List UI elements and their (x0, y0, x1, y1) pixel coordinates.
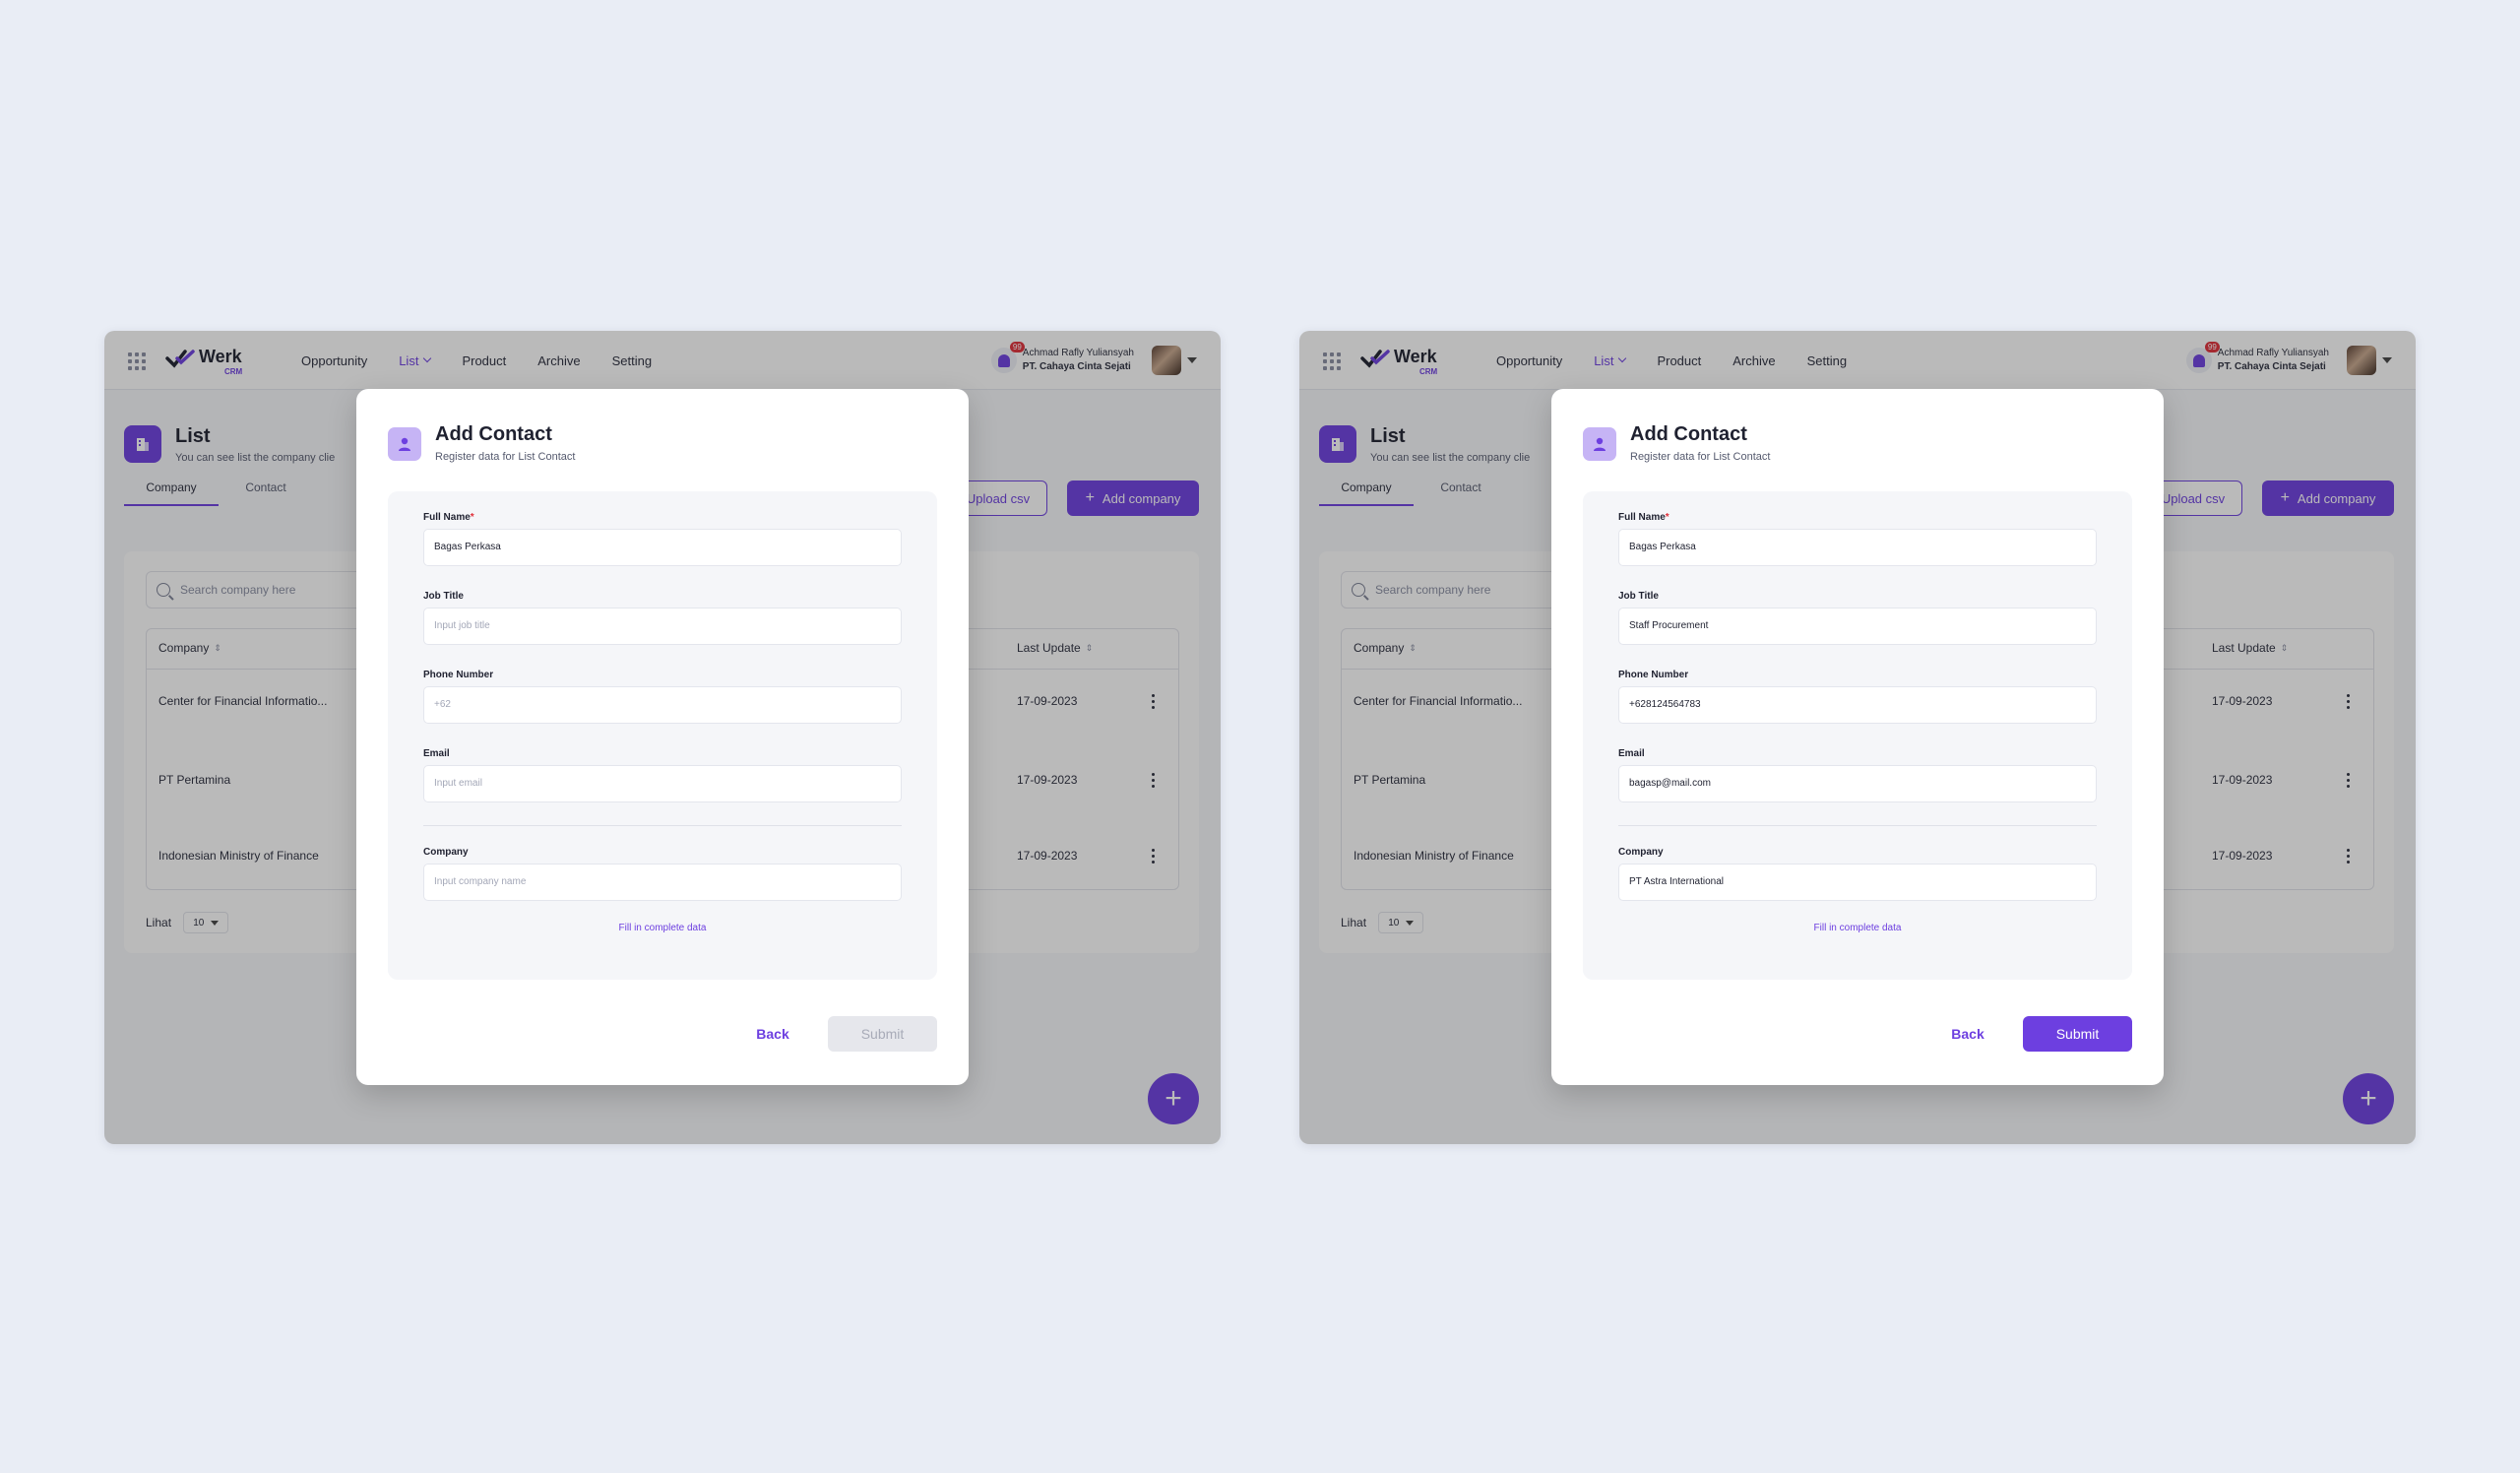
modal-subtitle: Register data for List Contact (1630, 451, 1771, 463)
back-button[interactable]: Back (743, 1016, 802, 1052)
user-icon (1583, 427, 1616, 461)
contact-form: Full Name* Bagas Perkasa Job Title Staff… (1583, 491, 2132, 980)
full-name-field[interactable]: Bagas Perkasa (423, 529, 902, 566)
contact-form: Full Name* Bagas Perkasa Job Title Input… (388, 491, 937, 980)
phone-number-label: Phone Number (1618, 670, 1689, 680)
fill-complete-data-link[interactable]: Fill in complete data (388, 923, 937, 933)
modal-title: Add Contact (435, 423, 552, 445)
add-contact-modal: Add Contact Register data for List Conta… (1551, 389, 2164, 1085)
phone-number-label: Phone Number (423, 670, 494, 680)
email-label: Email (423, 748, 450, 759)
phone-number-field[interactable]: +628124564783 (1618, 686, 2097, 724)
phone-number-field[interactable]: +62 (423, 686, 902, 724)
add-contact-modal: Add Contact Register data for List Conta… (356, 389, 969, 1085)
screen-empty-form: Werk CRM Opportunity List Product Archiv… (104, 331, 1221, 1144)
modal-title: Add Contact (1630, 423, 1747, 445)
form-divider (1618, 825, 2097, 826)
email-label: Email (1618, 748, 1645, 759)
full-name-label: Full Name* (423, 512, 474, 523)
job-title-field[interactable]: Input job title (423, 608, 902, 645)
submit-button[interactable]: Submit (828, 1016, 937, 1052)
submit-button[interactable]: Submit (2023, 1016, 2132, 1052)
company-label: Company (423, 847, 469, 858)
job-title-label: Job Title (423, 591, 464, 602)
company-field[interactable]: PT Astra International (1618, 864, 2097, 901)
screen-filled-form: Werk CRM Opportunity List Product Archiv… (1299, 331, 2416, 1144)
full-name-label: Full Name* (1618, 512, 1670, 523)
fill-complete-data-link[interactable]: Fill in complete data (1583, 923, 2132, 933)
email-field[interactable]: bagasp@mail.com (1618, 765, 2097, 802)
user-icon (388, 427, 421, 461)
required-mark: * (470, 512, 474, 523)
full-name-field[interactable]: Bagas Perkasa (1618, 529, 2097, 566)
job-title-field[interactable]: Staff Procurement (1618, 608, 2097, 645)
form-divider (423, 825, 902, 826)
company-label: Company (1618, 847, 1664, 858)
modal-subtitle: Register data for List Contact (435, 451, 576, 463)
required-mark: * (1665, 512, 1670, 523)
back-button[interactable]: Back (1938, 1016, 1997, 1052)
job-title-label: Job Title (1618, 591, 1659, 602)
email-field[interactable]: Input email (423, 765, 902, 802)
company-field[interactable]: Input company name (423, 864, 902, 901)
